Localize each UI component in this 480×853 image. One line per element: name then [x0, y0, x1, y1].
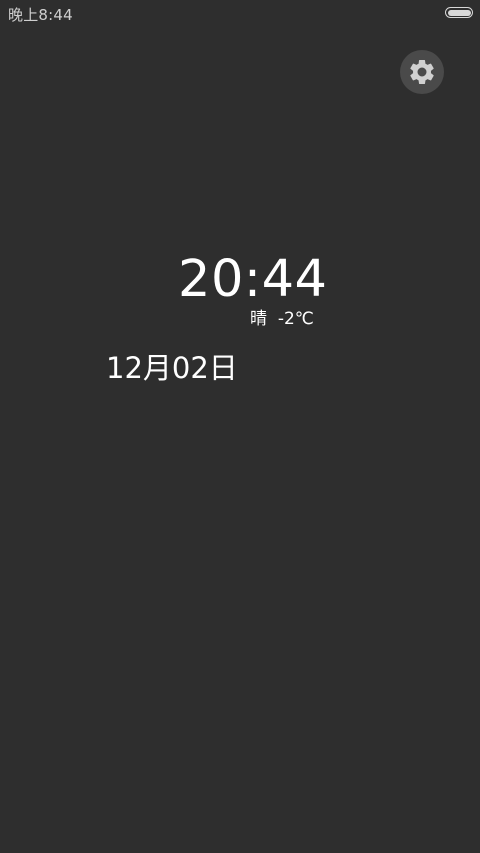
status-bar: 晚上8:44 [0, 0, 480, 28]
clock-time: 20:44 [178, 250, 328, 309]
settings-button[interactable] [400, 50, 444, 94]
date-label: 12月02日 [106, 351, 238, 385]
gear-icon [410, 59, 434, 84]
battery-icon [445, 7, 473, 18]
temperature: -2℃ [277, 309, 314, 329]
battery-fill [447, 9, 471, 16]
status-time: 晚上8:44 [8, 6, 73, 24]
weather-info: 晴 -2℃ [250, 308, 314, 330]
weather-condition: 晴 [250, 309, 267, 329]
